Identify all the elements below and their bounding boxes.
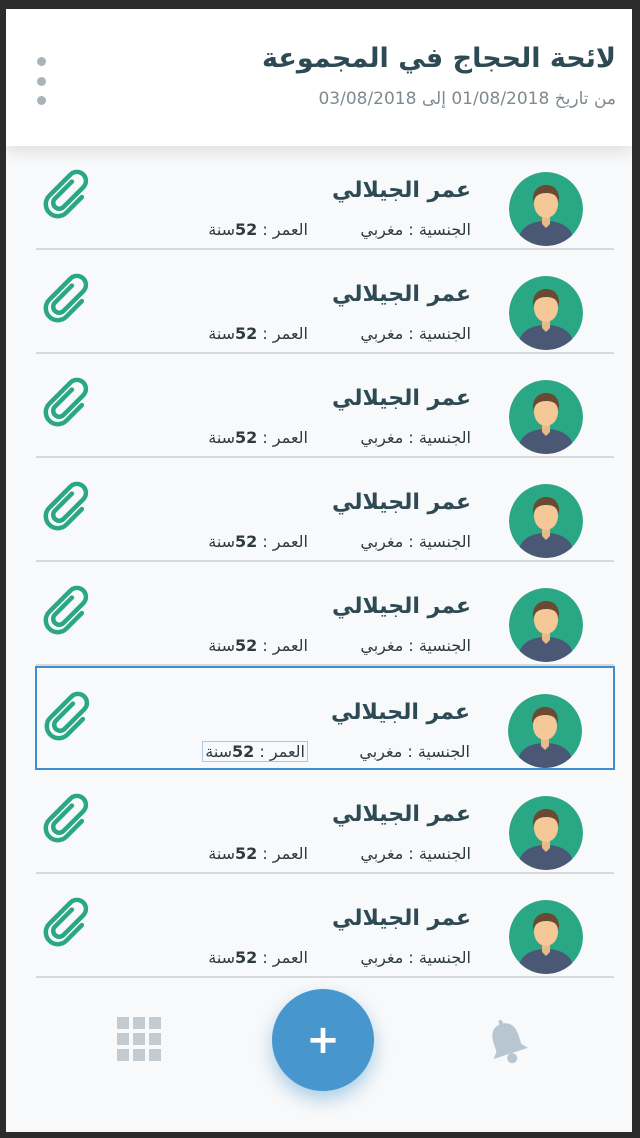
user-avatar-icon <box>509 796 583 870</box>
age-unit: سنة <box>208 220 236 239</box>
add-button[interactable]: + <box>272 989 374 1091</box>
nationality-text: الجنسية : مغربي <box>360 324 471 343</box>
age-value: 52 <box>235 324 258 343</box>
list-item[interactable]: العمر : 52سنة الجنسية : مغربي عمر الجيلا… <box>36 770 614 874</box>
age-unit: سنة <box>208 324 236 343</box>
nationality-text: الجنسية : مغربي <box>360 844 471 863</box>
age-value: 52 <box>235 844 258 863</box>
paperclip-icon[interactable] <box>40 168 94 222</box>
page-title: لائحة الحجاج في المجموعة <box>262 43 616 74</box>
app-screen: لائحة الحجاج في المجموعة من تاريخ 01/08/… <box>6 9 632 1132</box>
paperclip-icon[interactable] <box>40 480 94 534</box>
paperclip-icon[interactable] <box>40 584 94 638</box>
nationality-text: الجنسية : مغربي <box>360 532 471 551</box>
pilgrim-name: عمر الجيلالي <box>332 490 471 515</box>
pilgrim-name: عمر الجيلالي <box>332 802 471 827</box>
user-avatar-icon <box>509 588 583 662</box>
list-item[interactable]: العمر : 52سنة الجنسية : مغربي عمر الجيلا… <box>35 666 615 770</box>
age-label: العمر : <box>257 844 308 863</box>
age-value: 52 <box>235 220 258 239</box>
age-text: العمر : 52سنة <box>208 636 308 655</box>
date-range: من تاريخ 01/08/2018 إلى 03/08/2018 <box>318 89 616 109</box>
age-unit: سنة <box>208 844 236 863</box>
user-avatar-icon <box>509 380 583 454</box>
header: لائحة الحجاج في المجموعة من تاريخ 01/08/… <box>6 9 632 146</box>
nationality-text: الجنسية : مغربي <box>359 742 470 761</box>
list-item[interactable]: العمر : 52سنة الجنسية : مغربي عمر الجيلا… <box>36 562 614 666</box>
age-unit: سنة <box>208 636 236 655</box>
age-label: العمر : <box>257 220 308 239</box>
nationality-text: الجنسية : مغربي <box>360 636 471 655</box>
age-value: 52 <box>235 948 258 967</box>
age-label: العمر : <box>254 742 305 761</box>
user-avatar-icon <box>508 694 582 768</box>
pilgrim-name: عمر الجيلالي <box>332 178 471 203</box>
more-vertical-icon[interactable] <box>34 57 48 105</box>
paperclip-icon[interactable] <box>41 690 95 744</box>
pilgrim-name: عمر الجيلالي <box>332 282 471 307</box>
age-text: العمر : 52سنة <box>208 532 308 551</box>
list-item[interactable]: العمر : 52سنة الجنسية : مغربي عمر الجيلا… <box>36 458 614 562</box>
nationality-text: الجنسية : مغربي <box>360 948 471 967</box>
pilgrim-name: عمر الجيلالي <box>332 906 471 931</box>
pilgrim-list: العمر : 52سنة الجنسية : مغربي عمر الجيلا… <box>6 146 632 978</box>
age-label: العمر : <box>257 636 308 655</box>
bottom-bar: + <box>6 981 632 1132</box>
nationality-text: الجنسية : مغربي <box>360 428 471 447</box>
list-item[interactable]: العمر : 52سنة الجنسية : مغربي عمر الجيلا… <box>36 146 614 250</box>
list-item[interactable]: العمر : 52سنة الجنسية : مغربي عمر الجيلا… <box>36 354 614 458</box>
paperclip-icon[interactable] <box>40 272 94 326</box>
grid-icon[interactable] <box>117 1017 161 1061</box>
pilgrim-name: عمر الجيلالي <box>331 700 470 725</box>
age-unit: سنة <box>205 742 233 761</box>
list-item[interactable]: العمر : 52سنة الجنسية : مغربي عمر الجيلا… <box>36 874 614 978</box>
user-avatar-icon <box>509 484 583 558</box>
age-value: 52 <box>235 428 258 447</box>
age-unit: سنة <box>208 948 236 967</box>
age-unit: سنة <box>208 532 236 551</box>
age-text: العمر : 52سنة <box>208 948 308 967</box>
age-text: العمر : 52سنة <box>208 220 308 239</box>
age-text: العمر : 52سنة <box>208 428 308 447</box>
user-avatar-icon <box>509 900 583 974</box>
paperclip-icon[interactable] <box>40 792 94 846</box>
pilgrim-name: عمر الجيلالي <box>332 594 471 619</box>
age-label: العمر : <box>257 948 308 967</box>
age-value: 52 <box>232 742 255 761</box>
paperclip-icon[interactable] <box>40 896 94 950</box>
age-value: 52 <box>235 532 258 551</box>
age-text: العمر : 52سنة <box>208 324 308 343</box>
age-unit: سنة <box>208 428 236 447</box>
age-label: العمر : <box>257 532 308 551</box>
age-value: 52 <box>235 636 258 655</box>
bell-icon[interactable] <box>484 1017 530 1067</box>
list-item[interactable]: العمر : 52سنة الجنسية : مغربي عمر الجيلا… <box>36 250 614 354</box>
age-label: العمر : <box>257 428 308 447</box>
pilgrim-name: عمر الجيلالي <box>332 386 471 411</box>
age-text: العمر : 52سنة <box>202 741 308 762</box>
user-avatar-icon <box>509 172 583 246</box>
user-avatar-icon <box>509 276 583 350</box>
age-label: العمر : <box>257 324 308 343</box>
nationality-text: الجنسية : مغربي <box>360 220 471 239</box>
paperclip-icon[interactable] <box>40 376 94 430</box>
age-text: العمر : 52سنة <box>208 844 308 863</box>
